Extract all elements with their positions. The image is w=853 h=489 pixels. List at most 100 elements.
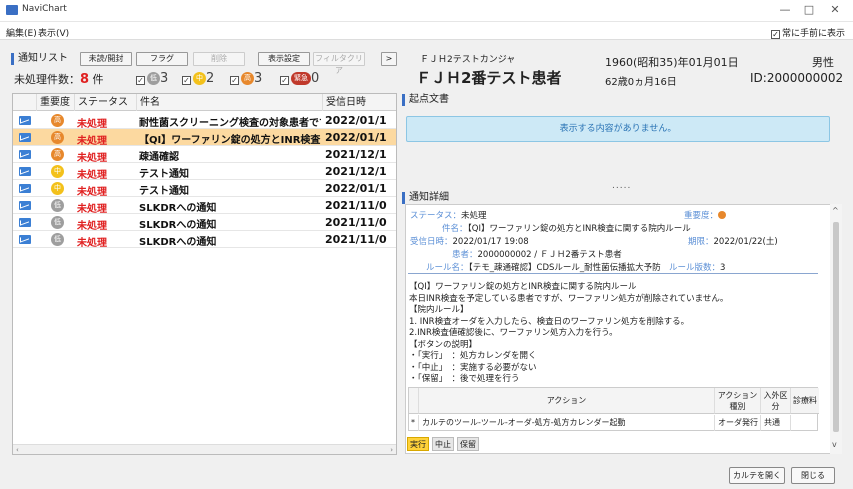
row-status: 未処理 [77, 170, 107, 181]
row-status: 未処理 [77, 238, 107, 249]
patient-birthdate: 1960(昭和35)年01月01日 [605, 56, 739, 69]
filter-clear-button[interactable]: フィルタクリア [313, 52, 365, 75]
priority-badge: 中 [193, 72, 206, 85]
importance-label: 重要度： [684, 211, 719, 221]
scroll-left-icon[interactable]: ‹ [16, 446, 19, 454]
row-subject: 疎通確認 [139, 152, 179, 163]
detail-body-line: 本日INR検査を予定している患者ですが、ワーファリン処方が削除されていません。 [409, 293, 729, 304]
mail-icon [19, 116, 31, 125]
col-received[interactable]: 受信日時 [323, 94, 396, 111]
close-button[interactable]: 閉じる [791, 467, 835, 484]
patient-kana: ＦＪＨ2テストカンジャ [420, 55, 516, 65]
filter-1[interactable]: ✓ 中 2 [182, 71, 214, 86]
window-title: NaviChart [22, 4, 67, 14]
status-label: ステータス： [410, 211, 462, 221]
mail-icon [19, 184, 31, 193]
table-row[interactable]: 高 未処理 疎通確認 2021/12/1 [13, 146, 396, 164]
horizontal-scrollbar[interactable]: ‹ › [13, 444, 396, 454]
row-received: 2022/01/1 [325, 114, 387, 127]
delete-button[interactable]: 削除 [193, 52, 245, 66]
priority-badge: 高 [241, 72, 254, 85]
mail-icon [19, 133, 31, 142]
table-row[interactable]: 中 未処理 テスト通知 2022/01/1 [13, 180, 396, 198]
table-row[interactable]: 高 未処理 【QI】ワーファリン錠の処方とINR検査に関 2022/01/1 [13, 129, 396, 147]
table-row[interactable]: 低 未処理 SLKDRへの通知 2021/11/0 [13, 231, 396, 249]
table-row[interactable]: 低 未処理 SLKDRへの通知 2021/11/0 [13, 214, 396, 232]
minimize-button[interactable]: — [778, 4, 792, 16]
row-received: 2021/12/1 [325, 165, 387, 178]
col-priority[interactable]: 重要度 [37, 94, 75, 111]
detail-title: 通知詳細 [402, 192, 449, 204]
action-row-type[interactable]: オーダ発行 [715, 415, 761, 431]
priority-badge: 高 [51, 131, 64, 144]
row-status: 未処理 [77, 187, 107, 198]
scroll-up-icon[interactable]: ^ [832, 206, 839, 215]
pending-unit: 件 [92, 73, 104, 86]
col-status[interactable]: ステータス [75, 94, 137, 111]
inout-col-header[interactable]: 入外区分 [761, 388, 791, 414]
separator [408, 273, 818, 274]
origin-doc-empty-message: 表示する内容がありません。 [406, 116, 830, 142]
action-row-inout[interactable]: 共通 [761, 415, 791, 431]
display-settings-button[interactable]: 表示設定 [258, 52, 310, 66]
filter-2[interactable]: ✓ 高 3 [230, 71, 262, 86]
action-col-header[interactable]: アクション [419, 388, 715, 414]
row-subject: SLKDRへの通知 [139, 203, 217, 214]
action-marker-col [409, 388, 419, 414]
menu-view[interactable]: 表示(V) [38, 26, 69, 39]
filter-3[interactable]: ✓ 緊急 0 [280, 71, 319, 86]
scroll-right-icon[interactable]: › [390, 446, 393, 454]
row-status: 未処理 [77, 153, 107, 164]
detail-body-line: 【ボタンの説明】 [409, 339, 478, 350]
action-row-fee[interactable] [791, 415, 819, 431]
flag-button[interactable]: フラグ [136, 52, 188, 66]
row-status: 未処理 [77, 221, 107, 232]
col-subject[interactable]: 件名 [137, 94, 323, 111]
mail-icon [19, 150, 31, 159]
row-subject: 耐性菌スクリーニング検査の対象患者です [139, 118, 321, 129]
patient-age: 62歳0ヵ月16日 [605, 77, 677, 88]
patient-value: 2000000002 / ＦＪＨ2番テスト患者 [477, 250, 622, 260]
action-row-action[interactable]: カルテのツール-ツール-オーダ-処方-処方カレンダー起動 [419, 415, 715, 431]
row-status: 未処理 [77, 119, 107, 130]
stop-button[interactable]: 中止 [432, 437, 454, 451]
priority-badge: 中 [51, 165, 64, 178]
table-row[interactable]: 高 未処理 耐性菌スクリーニング検査の対象患者です 2022/01/1 [13, 112, 396, 130]
priority-badge: 高 [51, 148, 64, 161]
action-table: アクション アクション種別 入外区分 診療料 * カルテのツール-ツール-オーダ… [408, 387, 819, 431]
action-type-col-header[interactable]: アクション種別 [715, 388, 761, 414]
table-row[interactable]: 中 未処理 テスト通知 2021/12/1 [13, 163, 396, 181]
table-row[interactable]: 低 未処理 SLKDRへの通知 2021/11/0 [13, 197, 396, 215]
scroll-thumb[interactable] [833, 222, 839, 432]
always-on-top-label: 常に手前に表示 [781, 29, 845, 39]
action-row-marker: * [409, 415, 419, 431]
filter-0[interactable]: ✓ 低 3 [136, 71, 168, 86]
rule-label: ルール名： [426, 263, 469, 273]
scroll-down-icon[interactable]: v [832, 440, 837, 449]
open-chart-button[interactable]: カルテを開く [729, 467, 785, 484]
detail-body-line: 【QI】ワーファリン錠の処方とINR検査に関する院内ルール [409, 282, 637, 292]
checkbox-icon: ✓ [770, 30, 780, 39]
priority-badge: 低 [51, 233, 64, 246]
unread-read-button[interactable]: 未読/開封 [80, 52, 132, 66]
priority-badge: 低 [51, 199, 64, 212]
importance-icon [718, 211, 727, 219]
row-subject: 【QI】ワーファリン錠の処方とINR検査に関 [139, 135, 321, 146]
maximize-button[interactable]: □ [802, 4, 816, 16]
fee-col-header[interactable]: 診療料 [791, 388, 819, 414]
close-window-button[interactable]: ✕ [828, 4, 842, 16]
menu-edit[interactable]: 編集(E) [6, 26, 37, 39]
row-status: 未処理 [77, 136, 107, 147]
detail-vertical-scrollbar[interactable]: ^ v [830, 204, 842, 454]
menu-bar: 編集(E) 表示(V) ✓ 常に手前に表示 [0, 22, 853, 40]
status-value: 未処理 [461, 211, 487, 221]
detail-body-line: ・「実行」 ：処方カレンダを開く [409, 351, 537, 361]
splitter-handle[interactable]: ..... [612, 181, 631, 191]
next-button[interactable]: > [381, 52, 397, 66]
always-on-top-checkbox[interactable]: ✓ 常に手前に表示 [770, 26, 845, 39]
row-status: 未処理 [77, 204, 107, 215]
execute-button[interactable]: 実行 [407, 437, 429, 451]
notification-list-title: 通知リスト [11, 53, 68, 65]
hold-button[interactable]: 保留 [457, 437, 479, 451]
rule-version-value: 3 [720, 263, 726, 273]
